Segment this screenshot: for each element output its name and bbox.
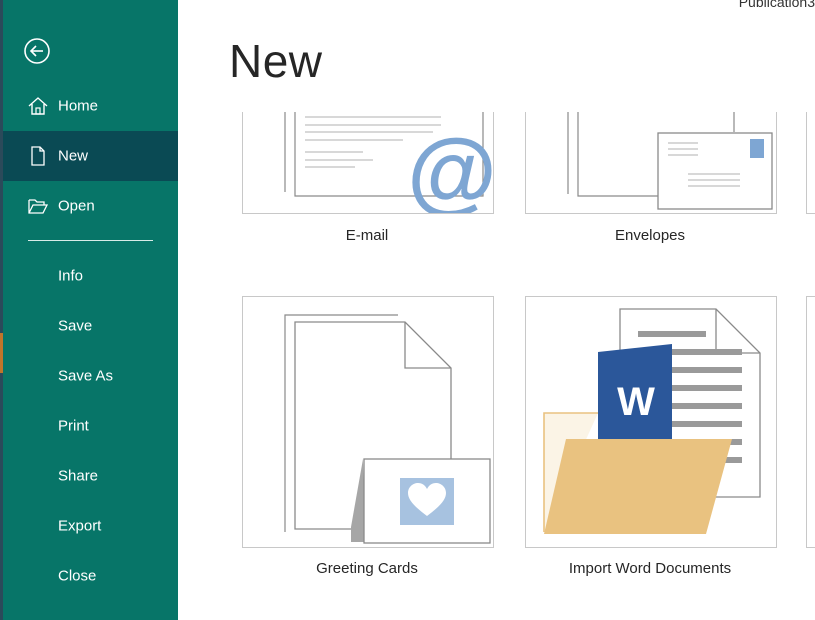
nav-item-label: Print (58, 417, 89, 435)
document-title: Publication3 (738, 0, 815, 10)
home-icon (27, 96, 49, 116)
template-label: E-mail (345, 227, 389, 244)
backstage-sidebar: Home New Open Info Save Save As Print Sh… (3, 0, 178, 620)
email-template-icon: @ (243, 112, 493, 213)
nav-item-close[interactable]: Close (3, 551, 178, 601)
import-word-template-icon: W (526, 297, 776, 547)
nav-item-label: Share (58, 467, 99, 485)
template-label: Greeting Cards (316, 560, 418, 577)
envelope-template-icon (526, 112, 776, 213)
greeting-card-template-icon (243, 297, 493, 547)
nav-item-info[interactable]: Info (3, 251, 178, 301)
template-email[interactable]: @ (242, 112, 494, 214)
nav-item-print[interactable]: Print (3, 401, 178, 451)
nav-item-label: Info (58, 267, 84, 285)
nav-item-label: Home (58, 97, 99, 115)
template-label: Import Word Documents (568, 560, 732, 577)
nav-item-save[interactable]: Save (3, 301, 178, 351)
new-document-icon (27, 146, 49, 166)
nav-item-save-as[interactable]: Save As (3, 351, 178, 401)
nav-item-label: Close (58, 567, 97, 585)
nav-item-open[interactable]: Open (3, 181, 178, 231)
nav-divider (28, 240, 153, 241)
nav-item-label: Save (58, 317, 93, 335)
template-import-word-documents[interactable]: W (525, 296, 777, 548)
template-partial[interactable] (806, 112, 815, 214)
svg-text:W: W (617, 380, 655, 424)
nav-item-home[interactable]: Home (3, 81, 178, 131)
nav-item-label: Save As (58, 367, 114, 385)
nav-item-label: New (58, 147, 89, 165)
nav-item-share[interactable]: Share (3, 451, 178, 501)
template-partial[interactable] (806, 296, 815, 548)
template-label: Envelopes (614, 227, 686, 244)
page-title: New (229, 35, 323, 87)
template-envelopes[interactable] (525, 112, 777, 214)
svg-text:@: @ (407, 121, 493, 213)
nav-item-label: Open (58, 197, 95, 215)
nav-item-new[interactable]: New (3, 131, 178, 181)
open-folder-icon (27, 196, 49, 216)
nav-item-label: Export (58, 517, 102, 535)
template-greeting-cards[interactable] (242, 296, 494, 548)
back-arrow-icon[interactable] (24, 38, 50, 64)
nav-item-export[interactable]: Export (3, 501, 178, 551)
